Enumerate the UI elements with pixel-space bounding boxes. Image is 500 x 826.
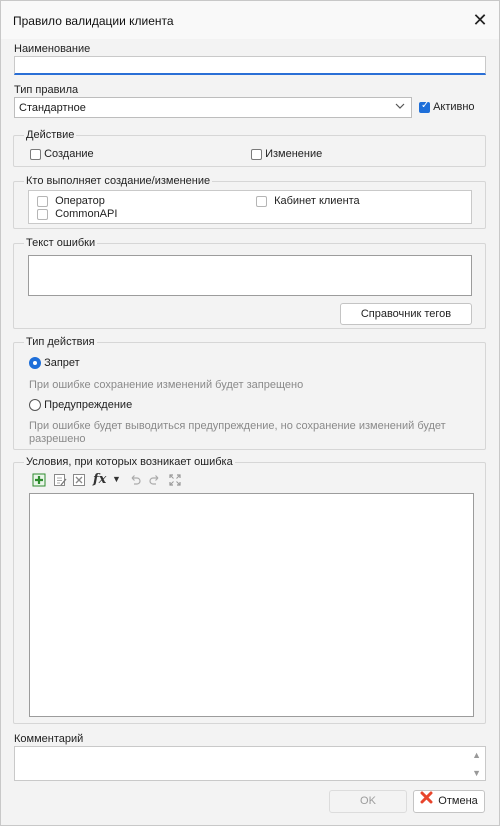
action-group: Действие Создание Изменение: [13, 129, 486, 167]
error-text-group-title: Текст ошибки: [24, 237, 98, 249]
warn-radio[interactable]: Предупреждение: [29, 399, 133, 412]
redo-icon[interactable]: [148, 473, 162, 490]
dropdown-arrow-icon[interactable]: ▼: [112, 474, 121, 484]
tags-reference-button[interactable]: Справочник тегов: [340, 303, 472, 325]
edit-condition-icon[interactable]: [53, 473, 67, 490]
conditions-toolbar: fx ▼: [32, 472, 232, 490]
error-text-group: Текст ошибки Справочник тегов: [13, 237, 486, 329]
scroll-up-icon[interactable]: ▲: [472, 750, 481, 760]
operator-label: Оператор: [55, 195, 105, 207]
edit-label: Изменение: [265, 148, 323, 160]
rule-type-select[interactable]: Стандартное: [14, 97, 412, 118]
deny-hint: При ошибке сохранение изменений будет за…: [29, 379, 304, 391]
deny-radio[interactable]: Запрет: [29, 357, 80, 370]
add-condition-icon[interactable]: [32, 473, 46, 490]
active-checkbox[interactable]: Активно: [419, 100, 475, 113]
validation-rule-dialog: Правило валидации клиента ✕ Наименование…: [0, 0, 500, 826]
create-label: Создание: [44, 148, 94, 160]
warn-label: Предупреждение: [44, 399, 133, 411]
comment-label: Комментарий: [14, 733, 84, 745]
performer-list: Оператор CommonAPI Кабинет клиента: [28, 190, 472, 224]
warn-hint: При ошибке будет выводиться предупрежден…: [29, 420, 446, 445]
conditions-editor[interactable]: [29, 493, 474, 717]
conditions-group: Условия, при которых возникает ошибка fx…: [13, 456, 486, 724]
comment-input[interactable]: ▲ ▼: [14, 746, 486, 781]
commonapi-check-icon: [37, 208, 48, 220]
rule-type-label: Тип правила: [14, 84, 79, 96]
operator-checkbox[interactable]: Оператор: [37, 195, 105, 207]
name-input[interactable]: [14, 56, 486, 75]
cabinet-check-icon: [256, 195, 267, 207]
delete-condition-icon[interactable]: [72, 473, 86, 490]
name-label: Наименование: [14, 43, 91, 55]
ok-button[interactable]: OK: [329, 790, 407, 813]
deny-label: Запрет: [44, 357, 80, 369]
error-text-input[interactable]: [28, 255, 472, 296]
close-icon[interactable]: ✕: [467, 9, 493, 31]
cancel-label: Отмена: [438, 795, 478, 807]
cancel-icon: [420, 791, 433, 812]
cabinet-checkbox[interactable]: Кабинет клиента: [256, 195, 360, 207]
undo-icon[interactable]: [128, 473, 142, 490]
performer-group: Кто выполняет создание/изменение Операто…: [13, 175, 486, 229]
action-type-group: Тип действия Запрет При ошибке сохранени…: [13, 336, 486, 450]
fx-icon[interactable]: fx: [93, 472, 106, 487]
create-check-icon: [30, 148, 41, 160]
chevron-down-icon: [395, 101, 405, 114]
commonapi-label: CommonAPI: [55, 208, 118, 220]
conditions-group-title: Условия, при которых возникает ошибка: [24, 456, 235, 468]
cancel-button[interactable]: Отмена: [413, 790, 485, 813]
action-group-title: Действие: [24, 129, 77, 141]
commonapi-checkbox[interactable]: CommonAPI: [37, 208, 117, 220]
operator-check-icon: [37, 195, 48, 207]
edit-checkbox[interactable]: Изменение: [251, 148, 322, 160]
cabinet-label: Кабинет клиента: [274, 195, 360, 207]
scroll-down-icon[interactable]: ▼: [472, 768, 481, 778]
deny-radio-icon: [29, 357, 41, 370]
window-title: Правило валидации клиента: [13, 14, 174, 28]
performer-group-title: Кто выполняет создание/изменение: [24, 175, 213, 187]
edit-check-icon: [251, 148, 262, 160]
create-checkbox[interactable]: Создание: [30, 148, 94, 160]
active-check-icon: [419, 100, 430, 113]
action-type-group-title: Тип действия: [24, 336, 97, 348]
expand-icon[interactable]: [168, 473, 182, 490]
title-bar: Правило валидации клиента ✕: [1, 1, 499, 39]
warn-radio-icon: [29, 399, 41, 412]
rule-type-value: Стандартное: [19, 102, 86, 114]
active-label: Активно: [433, 101, 475, 113]
